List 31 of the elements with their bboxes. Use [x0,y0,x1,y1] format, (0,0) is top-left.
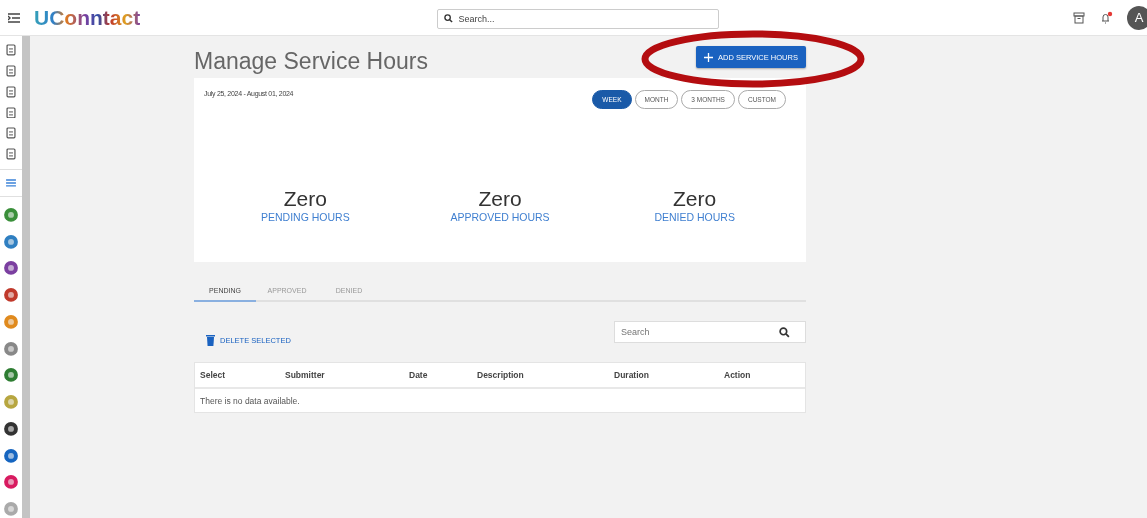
archive-icon[interactable] [1073,11,1085,24]
user-avatar[interactable]: A [1127,5,1147,30]
stat-value: Zero [478,187,522,211]
search-icon [443,13,453,23]
stat-value: Zero [283,187,327,211]
organization-logo-icon[interactable] [4,446,18,465]
organization-logo-icon[interactable] [4,419,18,438]
column-header: Duration [614,370,650,380]
search-field[interactable]: Search... [436,8,719,29]
stat-label: PENDING HOURS [261,211,350,223]
column-header: Date [409,370,429,380]
column-header: Description [477,370,525,380]
empty-message: There is no data available. [200,395,300,406]
search-icon [779,327,790,338]
list-icon[interactable] [6,179,16,187]
menu-icon[interactable] [8,12,20,23]
stat-label: DENIED HOURS [654,211,735,223]
stat-value: Zero [673,187,717,211]
document-icon[interactable] [6,106,16,119]
organization-logo-icon[interactable] [4,286,18,304]
trash-icon [206,334,215,346]
table-search-field[interactable]: Search [614,321,806,343]
organization-logo-icon[interactable] [4,259,18,278]
page-title: Manage Service Hours [194,48,428,75]
plus-icon [704,52,714,62]
column-header: Action [724,370,752,380]
column-header: Select [200,370,227,380]
column-header: Submitter [285,370,326,380]
stat-label: APPROVED HOURS [450,211,550,223]
sidebar-scrollbar[interactable] [22,36,30,518]
bell-icon[interactable] [1099,10,1113,25]
